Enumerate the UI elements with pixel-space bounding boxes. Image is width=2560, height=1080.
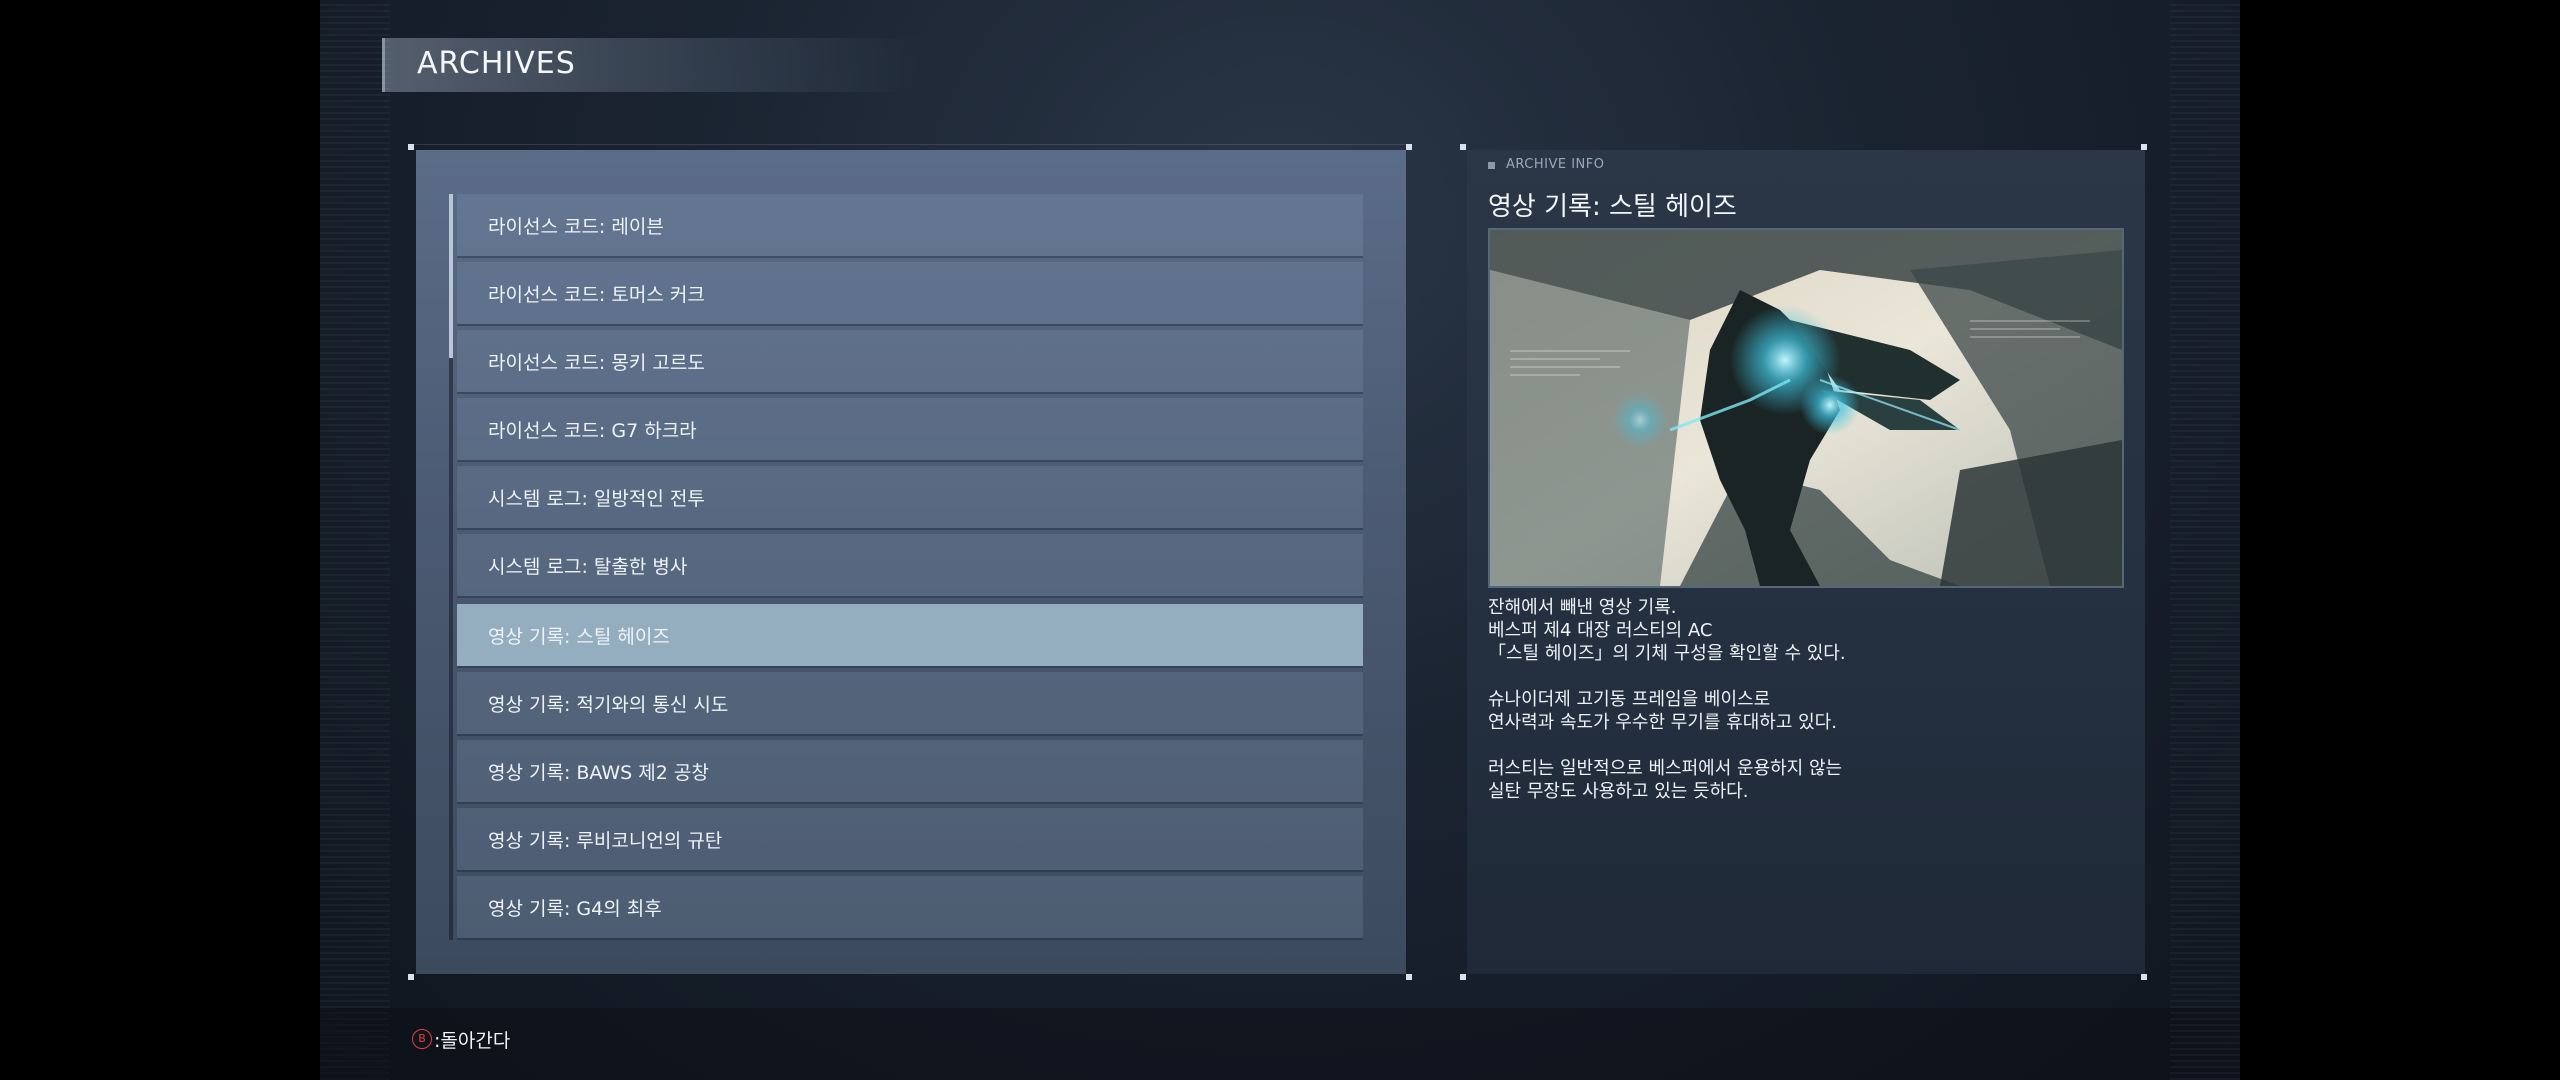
- frame-corner: [1460, 974, 1466, 980]
- description-line: 연사력과 속도가 우수한 무기를 휴대하고 있다.: [1488, 712, 1837, 733]
- frame-corner: [1406, 144, 1412, 150]
- description-line: 러스티는 일반적으로 베스퍼에서 운용하지 않는: [1488, 758, 1843, 779]
- list-item-label: 영상 기록: 스틸 헤이즈: [488, 626, 670, 648]
- info-section-tag: ARCHIVE INFO: [1506, 157, 1605, 172]
- list-item[interactable]: 라이선스 코드: 토머스 커크: [457, 262, 1363, 324]
- info-description: 잔해에서 빼낸 영상 기록. 베스퍼 제4 대장 러스티의 AC 「스틸 헤이즈…: [1488, 596, 2128, 803]
- list-item-label: 라이선스 코드: 레이븐: [488, 216, 664, 238]
- list-item[interactable]: 라이선스 코드: 레이븐: [457, 194, 1363, 256]
- list-item[interactable]: 영상 기록: BAWS 제2 공창: [457, 740, 1363, 802]
- back-label: :돌아간다: [434, 1029, 511, 1052]
- list-item[interactable]: 라이선스 코드: G7 하크라: [457, 398, 1363, 460]
- list-item-label: 라이선스 코드: 토머스 커크: [488, 284, 705, 306]
- description-line: 베스퍼 제4 대장 러스티의 AC: [1488, 620, 1713, 641]
- list-item-label: 영상 기록: BAWS 제2 공창: [488, 762, 709, 784]
- list-item-selected[interactable]: 영상 기록: 스틸 헤이즈: [457, 604, 1363, 666]
- b-button-icon: B: [412, 1029, 432, 1049]
- back-button[interactable]: B :돌아간다: [412, 1026, 510, 1052]
- frame-corner: [1460, 144, 1466, 150]
- list-item[interactable]: 라이선스 코드: 몽키 고르도: [457, 330, 1363, 392]
- frame-corner: [408, 974, 414, 980]
- frame-corner: [1406, 974, 1412, 980]
- archive-preview-image: [1488, 228, 2124, 588]
- list-item-label: 시스템 로그: 일방적인 전투: [488, 488, 705, 510]
- footer-bar: [320, 1008, 2240, 1080]
- frame-corner: [2141, 974, 2147, 980]
- list-scrollbar[interactable]: [449, 194, 453, 940]
- header-bar: ARCHIVES: [382, 38, 925, 92]
- description-line: 「스틸 헤이즈」의 기체 구성을 확인할 수 있다.: [1488, 643, 1846, 664]
- list-item[interactable]: 영상 기록: G4의 최후: [457, 876, 1363, 938]
- list-item-label: 라이선스 코드: 몽키 고르도: [488, 352, 705, 374]
- list-item-label: 라이선스 코드: G7 하크라: [488, 420, 697, 442]
- description-line: 슈나이더제 고기동 프레임을 베이스로: [1488, 689, 1771, 710]
- info-title: 영상 기록: 스틸 헤이즈: [1488, 192, 1737, 222]
- frame-corner: [2141, 144, 2147, 150]
- list-item[interactable]: 시스템 로그: 일방적인 전투: [457, 466, 1363, 528]
- frame-corner: [408, 144, 414, 150]
- description-line: 잔해에서 빼낸 영상 기록.: [1488, 597, 1677, 618]
- list-item[interactable]: 영상 기록: 루비코니언의 규탄: [457, 808, 1363, 870]
- archives-screen: ARCHIVES 라이선스 코드: 레이븐 라이선스 코드: 토머스 커크 라이…: [320, 0, 2240, 1080]
- page-title: ARCHIVES: [417, 46, 576, 81]
- scrollbar-thumb[interactable]: [449, 194, 453, 358]
- description-line: 실탄 무장도 사용하고 있는 듯하다.: [1488, 781, 1749, 802]
- list-item[interactable]: 영상 기록: 적기와의 통신 시도: [457, 672, 1363, 734]
- list-item[interactable]: 시스템 로그: 탈출한 병사: [457, 534, 1363, 596]
- list-item-label: 영상 기록: G4의 최후: [488, 898, 662, 920]
- list-item-label: 영상 기록: 루비코니언의 규탄: [488, 830, 723, 852]
- list-item-label: 시스템 로그: 탈출한 병사: [488, 556, 688, 578]
- list-item-label: 영상 기록: 적기와의 통신 시도: [488, 694, 729, 716]
- square-icon: [1488, 162, 1495, 169]
